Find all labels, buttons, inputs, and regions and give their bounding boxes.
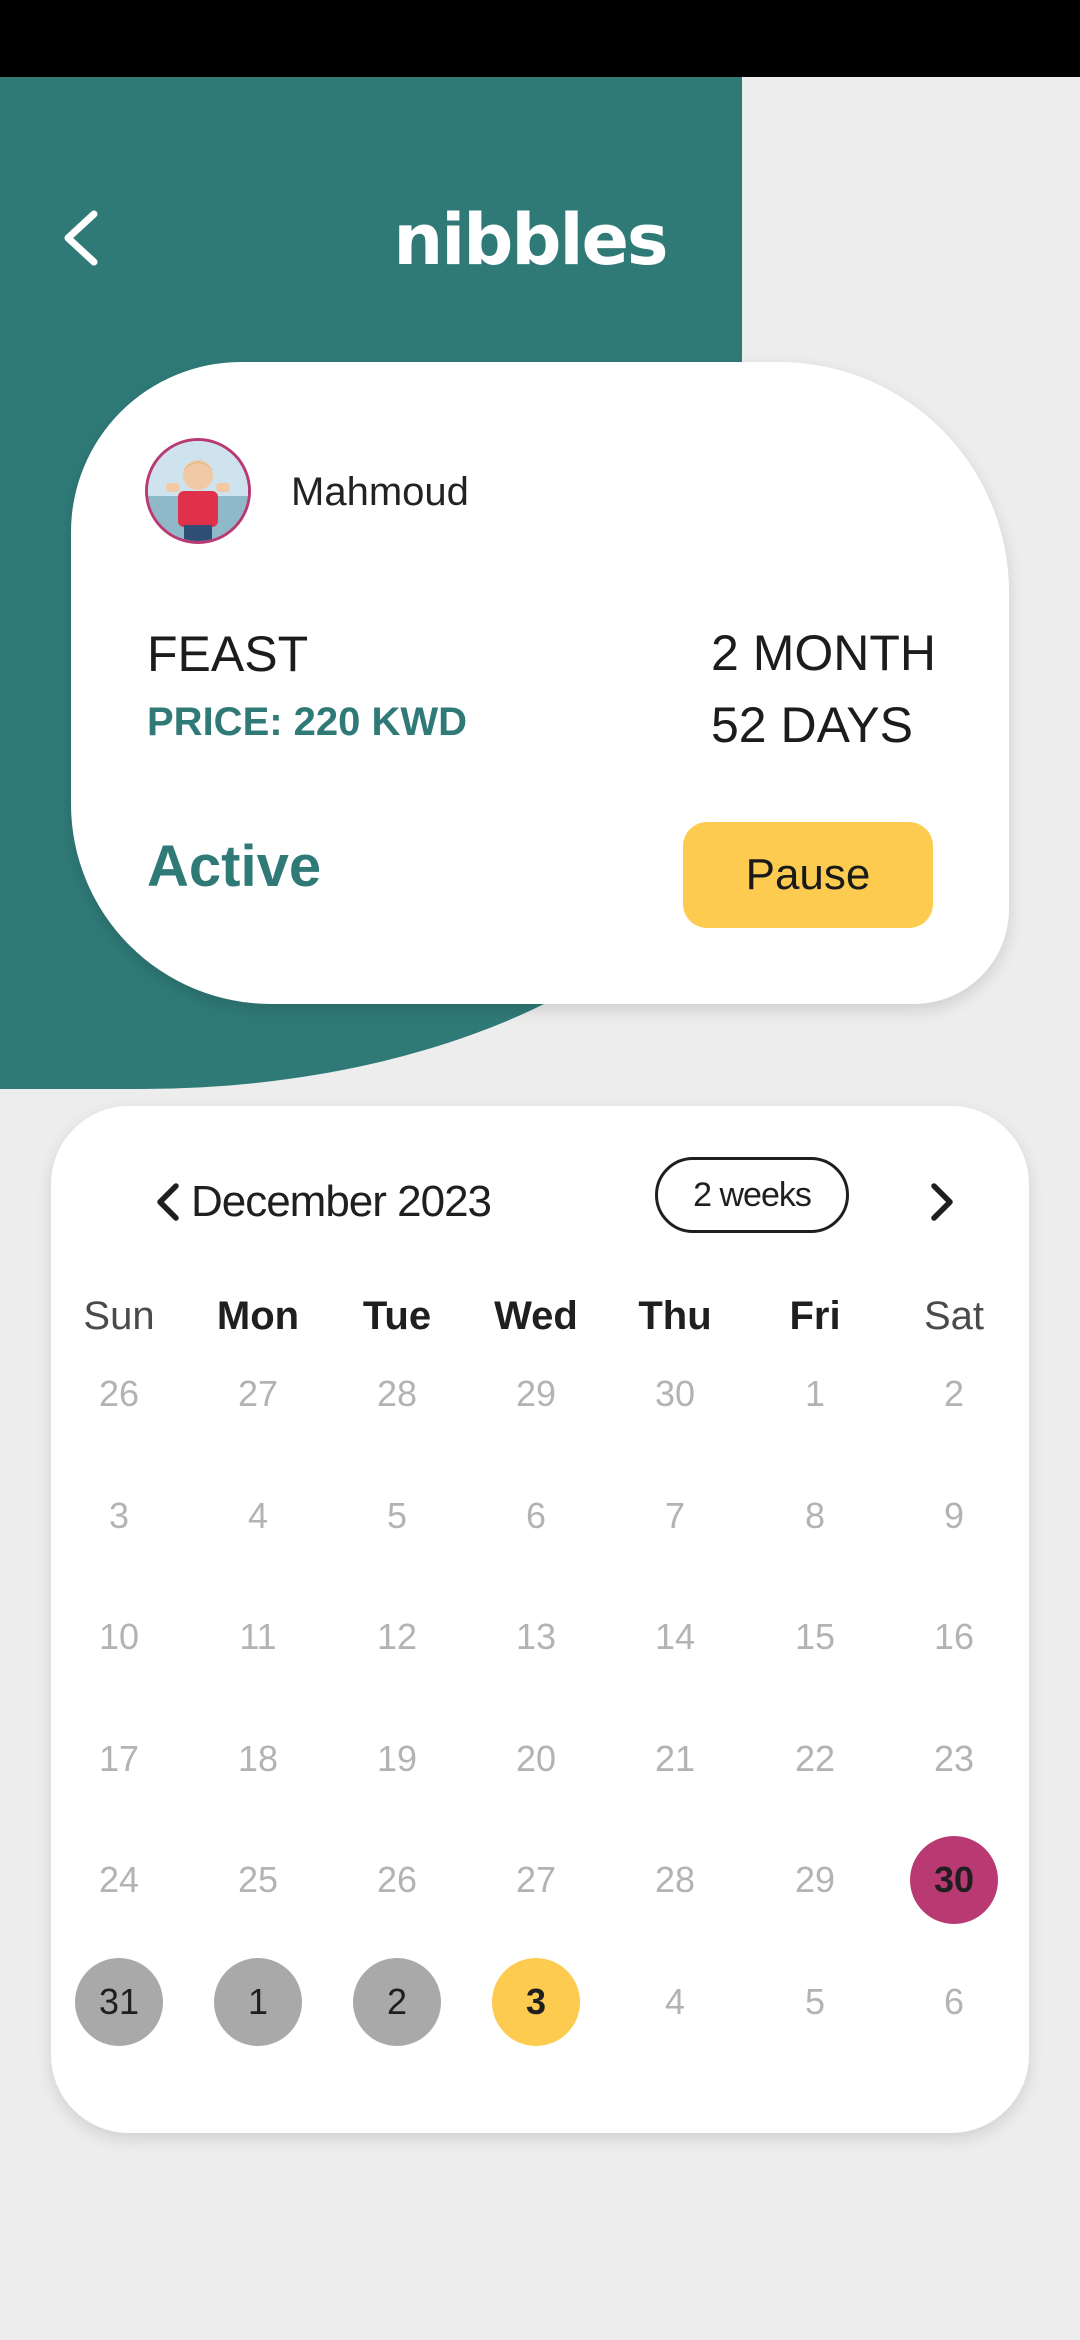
weekday-sat: Sat (923, 1294, 985, 1338)
calendar-day[interactable]: 28 (631, 1836, 719, 1924)
calendar-day[interactable]: 21 (631, 1715, 719, 1803)
back-button[interactable] (50, 200, 120, 276)
calendar-day[interactable]: 5 (771, 1958, 859, 2046)
calendar-day[interactable]: 28 (353, 1350, 441, 1438)
subscription-status: Active (147, 834, 322, 899)
avatar (145, 438, 251, 544)
calendar-day[interactable]: 4 (214, 1472, 302, 1560)
calendar-day[interactable]: 5 (353, 1472, 441, 1560)
calendar-day[interactable]: 15 (771, 1593, 859, 1681)
calendar-day[interactable]: 18 (214, 1715, 302, 1803)
calendar-day[interactable]: 13 (492, 1593, 580, 1681)
status-bar (0, 0, 1080, 77)
calendar-day[interactable]: 29 (492, 1350, 580, 1438)
calendar-day[interactable]: 11 (214, 1593, 302, 1681)
child-photo (148, 441, 248, 541)
calendar-day[interactable]: 8 (771, 1472, 859, 1560)
chevron-right-icon (931, 1183, 953, 1221)
weekday-sun: Sun (83, 1294, 155, 1338)
calendar-day[interactable]: 23 (910, 1715, 998, 1803)
weekday-tue: Tue (362, 1294, 432, 1338)
calendar-day[interactable]: 24 (75, 1836, 163, 1924)
calendar-day[interactable]: 14 (631, 1593, 719, 1681)
calendar-card: December 2023 2 weeks Sun Mon Tue Wed Thu Fri… (51, 1106, 1029, 2133)
calendar-day[interactable]: 7 (631, 1472, 719, 1560)
calendar-day[interactable]: 26 (75, 1350, 163, 1438)
pause-button[interactable]: Pause (683, 822, 933, 928)
calendar-day[interactable]: 9 (910, 1472, 998, 1560)
range-toggle-button[interactable]: 2 weeks (655, 1157, 849, 1233)
calendar-month-label: December 2023 (190, 1177, 492, 1226)
calendar-day[interactable]: 19 (353, 1715, 441, 1803)
weekday-mon: Mon (216, 1294, 300, 1338)
brand-logo: nibbles (393, 199, 668, 281)
calendar-day[interactable]: 6 (492, 1472, 580, 1560)
plan-duration: 2 MONTH 52 DAYS (711, 617, 936, 761)
next-month-button[interactable] (910, 1170, 970, 1234)
calendar-day[interactable]: 26 (353, 1836, 441, 1924)
calendar-day[interactable]: 22 (771, 1715, 859, 1803)
calendar-day[interactable]: 25 (214, 1836, 302, 1924)
calendar-day-delivered[interactable]: 1 (214, 1958, 302, 2046)
child-name: Mahmoud (291, 470, 469, 514)
plan-name: FEAST (147, 626, 309, 682)
calendar-day[interactable]: 16 (910, 1593, 998, 1681)
calendar-day[interactable]: 29 (771, 1836, 859, 1924)
calendar-day[interactable]: 30 (631, 1350, 719, 1438)
calendar-day-start[interactable]: 30 (910, 1836, 998, 1924)
calendar-day[interactable]: 3 (75, 1472, 163, 1560)
plan-months: 2 MONTH (711, 625, 936, 681)
calendar-day[interactable]: 4 (631, 1958, 719, 2046)
calendar-day-today[interactable]: 3 (492, 1958, 580, 2046)
weekday-thu: Thu (638, 1294, 712, 1338)
calendar-day[interactable]: 10 (75, 1593, 163, 1681)
weekday-wed: Wed (494, 1294, 578, 1338)
calendar-day[interactable]: 27 (492, 1836, 580, 1924)
calendar-day[interactable]: 17 (75, 1715, 163, 1803)
calendar-day[interactable]: 12 (353, 1593, 441, 1681)
subscription-card: Mahmoud FEAST PRICE: 220 KWD 2 MONTH 52 … (71, 362, 1009, 1004)
calendar-day-delivered[interactable]: 2 (353, 1958, 441, 2046)
calendar-day[interactable]: 2 (910, 1350, 998, 1438)
plan-price: PRICE: 220 KWD (147, 700, 468, 744)
calendar-day[interactable]: 27 (214, 1350, 302, 1438)
calendar-day[interactable]: 1 (771, 1350, 859, 1438)
calendar-day-delivered[interactable]: 31 (75, 1958, 163, 2046)
chevron-left-icon (64, 210, 98, 266)
calendar-day[interactable]: 6 (910, 1958, 998, 2046)
plan-days: 52 DAYS (711, 697, 913, 753)
weekday-header: Sun Mon Tue Wed Thu Fri Sat (51, 1286, 1029, 1346)
calendar-day[interactable]: 20 (492, 1715, 580, 1803)
weekday-fri: Fri (789, 1294, 841, 1338)
